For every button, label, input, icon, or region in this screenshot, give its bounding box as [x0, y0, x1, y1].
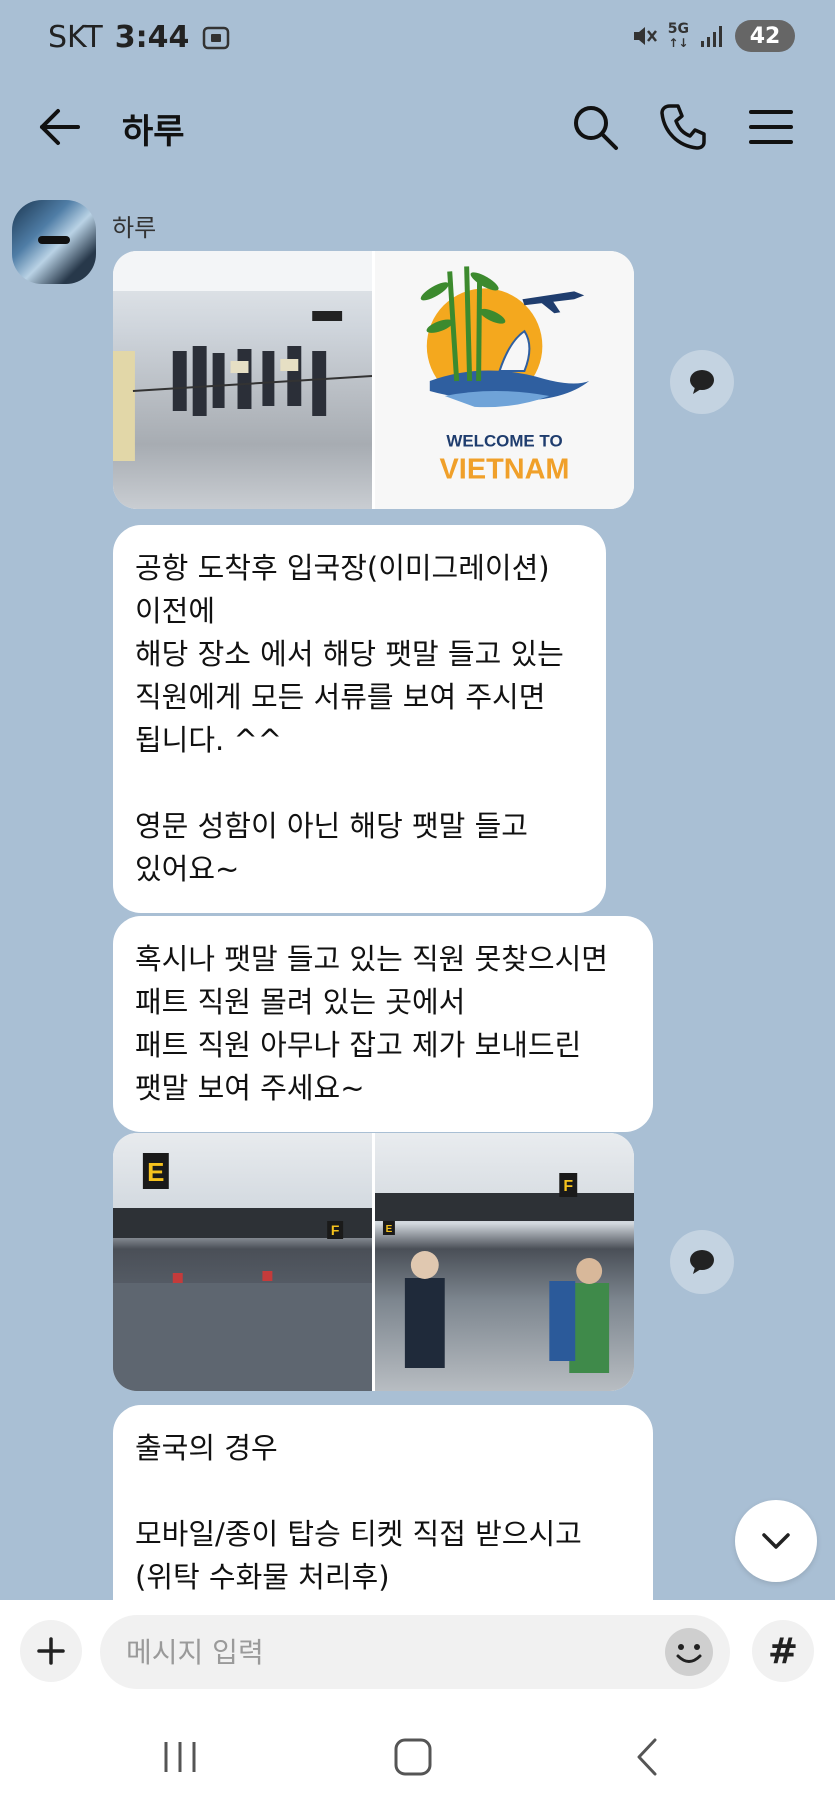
screenshot-icon [203, 26, 230, 49]
sender-name: 하루 [112, 214, 157, 242]
emoji-icon[interactable] [662, 1625, 716, 1679]
crowd-illustration [113, 251, 372, 461]
network-label: 5G [667, 21, 689, 37]
text-message-1[interactable]: 공항 도착후 입국장(이미그레이션) 이전에 해당 장소 에서 해당 팻말 들고… [113, 525, 606, 913]
back-icon[interactable] [617, 1732, 677, 1782]
back-arrow-icon[interactable] [34, 102, 84, 152]
scroll-down-button[interactable] [735, 1500, 817, 1582]
status-right: 5G ↑↓ 42 [630, 20, 795, 52]
text-message-2[interactable]: 혹시나 팻말 들고 있는 직원 못찾으시면 패트 직원 몰려 있는 곳에서 패트… [113, 916, 653, 1132]
mute-icon [633, 27, 657, 45]
sign-e-2: E [386, 1224, 393, 1235]
sign-f-1: F [331, 1222, 340, 1238]
message-input-bar: # [0, 1600, 835, 1702]
reply-button-2[interactable] [670, 1230, 734, 1294]
welcome-to-text: WELCOME TO [446, 432, 562, 451]
menu-icon[interactable] [744, 100, 798, 154]
airport-counter-photo-1[interactable]: E F [113, 1133, 372, 1391]
time-label: 3:44 [114, 20, 190, 55]
speech-bubble-icon [690, 370, 714, 394]
sign-f-2: F [563, 1178, 573, 1195]
counter-illustration-1: E F [113, 1153, 372, 1391]
status-left: SKT 3:44 [48, 20, 231, 55]
attach-button[interactable] [20, 1620, 82, 1682]
airport-arrival-photo[interactable] [113, 251, 372, 509]
system-nav-bar [0, 1702, 835, 1809]
reply-button-1[interactable] [670, 350, 734, 414]
home-icon[interactable] [383, 1732, 443, 1782]
signal-icon [701, 26, 722, 47]
chevron-down-icon [762, 1533, 790, 1549]
sender-avatar[interactable] [12, 200, 96, 284]
carrier-label: SKT [48, 20, 103, 55]
phone-icon[interactable] [656, 100, 710, 154]
plus-icon [37, 1637, 65, 1665]
message-input[interactable] [100, 1615, 730, 1689]
counter-illustration-2: F E [375, 1173, 634, 1373]
sign-e-1: E [147, 1159, 164, 1187]
vietnam-text: VIETNAM [440, 454, 570, 486]
battery-level: 42 [749, 23, 781, 49]
image-message-2[interactable]: E F F E [113, 1133, 634, 1391]
chat-title: 하루 [122, 112, 185, 152]
hashtag-icon: # [767, 1630, 799, 1672]
avatar-plane-shape [38, 236, 70, 244]
search-icon[interactable] [568, 100, 622, 154]
vietnam-logo: WELCOME TO VIETNAM [420, 266, 590, 486]
battery-icon: 42 [735, 20, 795, 52]
recent-apps-icon[interactable] [150, 1732, 210, 1782]
status-bar: SKT 3:44 5G ↑↓ 42 [0, 0, 835, 80]
chat-header: 하루 [0, 80, 835, 170]
image-message-1[interactable]: WELCOME TO VIETNAM [113, 251, 634, 509]
airport-counter-photo-2[interactable]: F E [375, 1133, 634, 1391]
hashtag-button[interactable]: # [752, 1620, 814, 1682]
5g-icon: 5G ↑↓ [667, 21, 689, 50]
speech-bubble-icon [690, 1250, 714, 1274]
welcome-vietnam-sign[interactable]: WELCOME TO VIETNAM [375, 251, 634, 509]
